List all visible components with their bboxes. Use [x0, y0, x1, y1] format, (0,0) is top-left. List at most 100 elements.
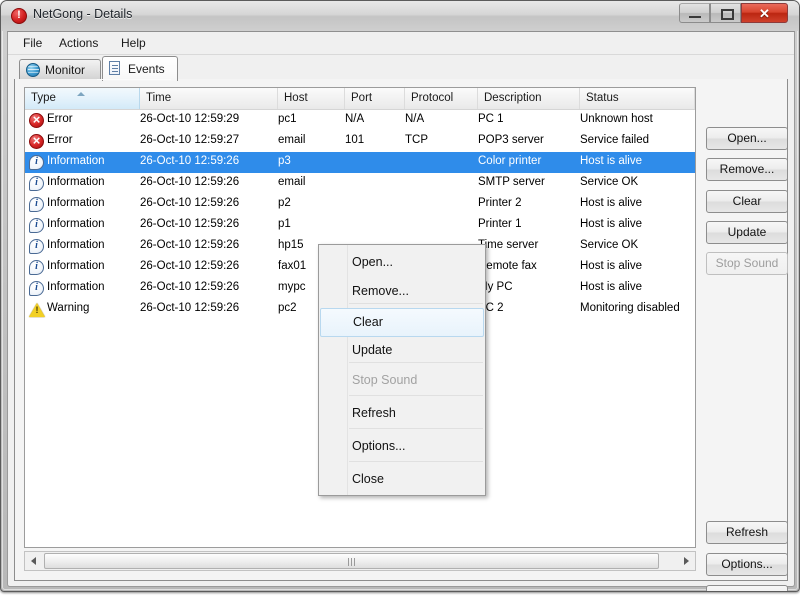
table-row[interactable]: Error 26-Oct-10 12:59:27 email 101 TCP POP3 s…: [25, 131, 695, 152]
window-title: NetGong - Details: [33, 7, 133, 21]
minimize-button[interactable]: [679, 3, 710, 23]
cell-port: N/A: [345, 113, 365, 125]
column-header-protocol[interactable]: Protocol: [405, 88, 478, 109]
cell-status: Host is alive: [580, 218, 642, 230]
context-menu-item-stop-sound: Stop Sound: [352, 373, 418, 387]
context-menu-item-update[interactable]: Update: [320, 337, 484, 366]
column-header-time[interactable]: Time: [140, 88, 278, 109]
context-menu[interactable]: Open... Remove... Clear Update Stop Sound Ref…: [318, 244, 486, 496]
cell-status: Monitoring disabled: [580, 302, 680, 314]
side-button-options[interactable]: Options...: [706, 553, 788, 576]
cell-status: Host is alive: [580, 260, 642, 272]
cell-time: 26-Oct-10 12:59:26: [140, 302, 240, 314]
cell-time: 26-Oct-10 12:59:29: [140, 113, 240, 125]
cell-type: Information: [47, 176, 105, 188]
column-header-port[interactable]: Port: [345, 88, 405, 109]
column-header-label: Status: [586, 92, 619, 104]
table-row[interactable]: Information 26-Oct-10 12:59:26 p1 Printer 1…: [25, 215, 695, 236]
side-button-update[interactable]: Update: [706, 221, 788, 244]
document-icon: [109, 61, 120, 75]
column-header-label: Type: [31, 92, 56, 104]
context-menu-item-remove[interactable]: Remove...: [320, 278, 484, 307]
cell-description: My PC: [478, 281, 513, 293]
cell-status: Host is alive: [580, 281, 642, 293]
cell-port: 101: [345, 134, 365, 146]
cell-description: Printer 1: [478, 218, 522, 230]
column-header-description[interactable]: Description: [478, 88, 580, 109]
close-window-button[interactable]: ✕: [741, 3, 788, 23]
cell-time: 26-Oct-10 12:59:26: [140, 155, 240, 167]
cell-protocol: TCP: [405, 134, 428, 146]
tab-monitor[interactable]: Monitor: [19, 59, 101, 80]
side-button-stop-sound: Stop Sound: [706, 252, 788, 275]
menu-item-actions[interactable]: Actions: [52, 35, 105, 53]
cell-time: 26-Oct-10 12:59:26: [140, 281, 240, 293]
side-button-open[interactable]: Open...: [706, 127, 788, 150]
client-area: File Actions Help Monitor Events Type Ti…: [7, 31, 795, 591]
context-menu-item-options[interactable]: Options...: [320, 433, 484, 462]
cell-host: p2: [278, 197, 291, 209]
context-menu-item-clear[interactable]: Clear: [320, 308, 484, 337]
column-header-label: Time: [146, 92, 172, 104]
cell-description: Color printer: [478, 155, 542, 167]
cell-status: Host is alive: [580, 155, 642, 167]
cell-description: PC 2: [478, 302, 504, 314]
cell-time: 26-Oct-10 12:59:26: [140, 218, 240, 230]
menu-bar: File Actions Help: [8, 32, 794, 55]
active-tab-joiner: [97, 79, 171, 80]
cell-type: Warning: [47, 302, 90, 314]
cell-type: Error: [47, 134, 73, 146]
cell-type: Information: [47, 281, 105, 293]
scrollbar-thumb[interactable]: [44, 553, 659, 569]
cell-time: 26-Oct-10 12:59:26: [140, 239, 240, 251]
tab-events[interactable]: Events: [102, 56, 178, 81]
cell-description: POP3 server: [478, 134, 544, 146]
cell-time: 26-Oct-10 12:59:26: [140, 197, 240, 209]
table-row[interactable]: Error 26-Oct-10 12:59:29 pc1 N/A N/A PC 1 Unkn…: [25, 110, 695, 131]
cell-type: Information: [47, 197, 105, 209]
menu-item-file[interactable]: File: [16, 35, 49, 53]
app-alert-circle-icon: [11, 8, 27, 24]
horizontal-scrollbar[interactable]: [24, 551, 696, 571]
cell-description: Printer 2: [478, 197, 522, 209]
cell-host: p3: [278, 155, 291, 167]
context-menu-item-close[interactable]: Close: [320, 466, 484, 495]
side-button-remove[interactable]: Remove...: [706, 158, 788, 181]
cell-time: 26-Oct-10 12:59:26: [140, 260, 240, 272]
tab-events-label: Events: [128, 62, 165, 76]
cell-protocol: N/A: [405, 113, 425, 125]
list-header-row: Type Time Host Port Protocol Description Statu…: [25, 88, 695, 110]
column-header-type[interactable]: Type: [25, 88, 140, 109]
table-row[interactable]: Information 26-Oct-10 12:59:26 p2 Printer 2…: [25, 194, 695, 215]
table-row[interactable]: Information 26-Oct-10 12:59:26 p3 Color pri…: [25, 152, 695, 173]
cell-status: Unknown host: [580, 113, 653, 125]
side-button-refresh[interactable]: Refresh: [706, 521, 788, 544]
cell-status: Service OK: [580, 239, 639, 251]
column-header-status[interactable]: Status: [580, 88, 695, 109]
scroll-left-arrow-icon[interactable]: [25, 552, 42, 570]
cell-host: pc1: [278, 113, 297, 125]
close-icon: ✕: [759, 6, 770, 21]
side-button-clear[interactable]: Clear: [706, 190, 788, 213]
cell-status: Service failed: [580, 134, 650, 146]
tab-strip: Monitor Events: [14, 56, 788, 81]
cell-type: Information: [47, 218, 105, 230]
cell-host: email: [278, 134, 306, 146]
column-header-host[interactable]: Host: [278, 88, 345, 109]
context-menu-item-open[interactable]: Open...: [320, 249, 484, 278]
column-header-label: Protocol: [411, 92, 454, 104]
cell-host: email: [278, 176, 306, 188]
maximize-button[interactable]: [710, 3, 741, 23]
tab-monitor-label: Monitor: [45, 63, 86, 77]
cell-type: Information: [47, 239, 105, 251]
cell-time: 26-Oct-10 12:59:26: [140, 176, 240, 188]
table-row[interactable]: Information 26-Oct-10 12:59:26 email SMTP s…: [25, 173, 695, 194]
cell-description: Time server: [478, 239, 539, 251]
cell-type: Information: [47, 155, 105, 167]
context-menu-item-refresh[interactable]: Refresh: [320, 400, 484, 429]
cell-status: Service OK: [580, 176, 639, 188]
cell-type: Information: [47, 260, 105, 272]
side-button-close[interactable]: Close: [706, 585, 788, 591]
menu-item-help[interactable]: Help: [114, 35, 153, 53]
scroll-right-arrow-icon[interactable]: [678, 552, 695, 570]
